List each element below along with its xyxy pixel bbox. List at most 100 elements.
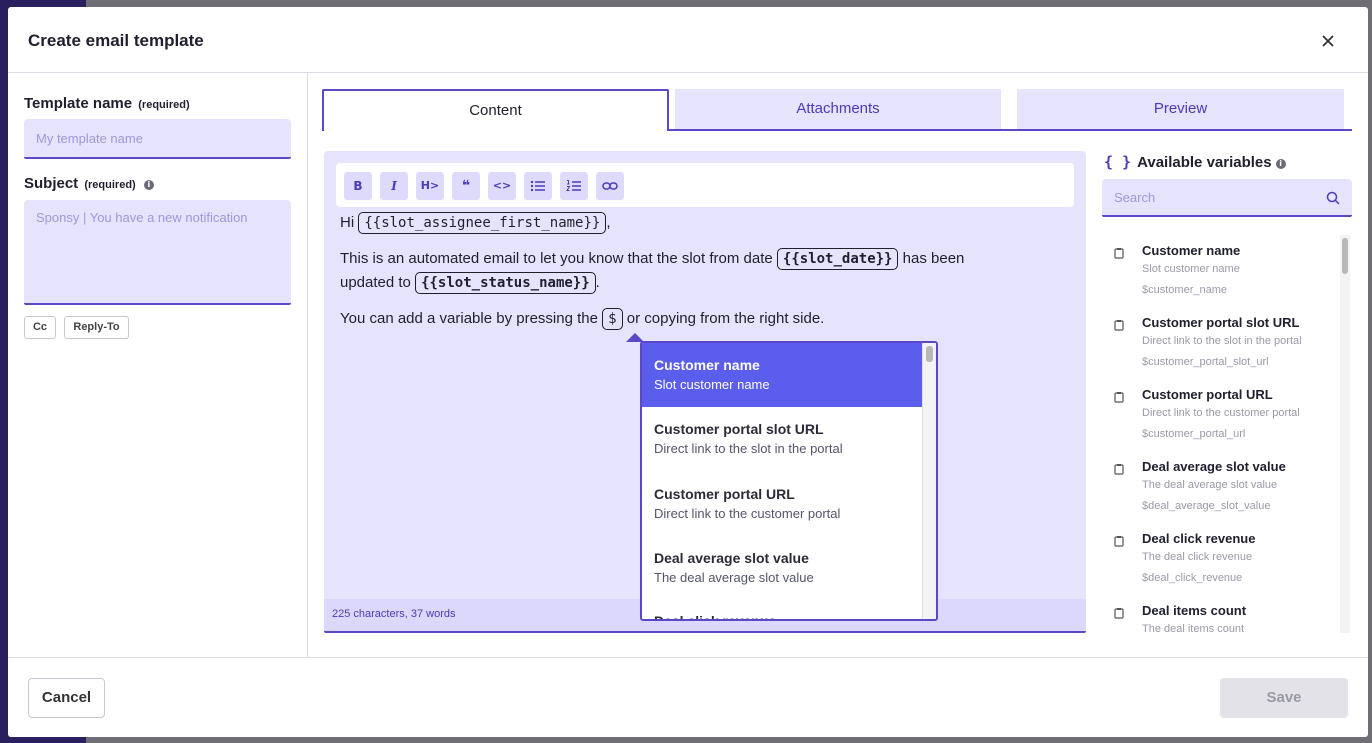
save-button[interactable]: Save: [1220, 678, 1348, 718]
content-panel: Content Attachments Preview B I H> ❝ <>: [308, 73, 1368, 657]
word-counter: 225 characters, 37 words: [332, 608, 456, 620]
variable-key: $deal_average_slot_value: [1142, 500, 1271, 512]
info-icon[interactable]: i: [1275, 159, 1286, 169]
required-marker: (required): [138, 99, 190, 111]
clipboard-icon[interactable]: [1114, 391, 1124, 403]
variable-chip[interactable]: {{slot_date}}: [776, 248, 899, 270]
variable-desc: The deal average slot value: [1142, 479, 1278, 491]
suggestion-item[interactable]: Customer portal slot URL Direct link to …: [642, 407, 922, 471]
suggestion-title: Customer name: [654, 357, 760, 373]
template-name-input[interactable]: My template name: [24, 119, 291, 159]
tab-preview[interactable]: Preview: [1017, 89, 1344, 129]
link-button[interactable]: [596, 172, 624, 200]
text-fragment: has been: [902, 250, 965, 267]
clipboard-icon[interactable]: [1114, 247, 1124, 259]
dropdown-scrollbar[interactable]: [922, 343, 936, 619]
scrollbar-thumb[interactable]: [1342, 238, 1348, 274]
variable-name: Customer portal slot URL: [1142, 315, 1300, 330]
tab-bar: Content Attachments Preview: [322, 89, 1352, 131]
variables-title-text: Available variables: [1137, 154, 1272, 171]
template-name-placeholder: My template name: [36, 131, 143, 146]
variable-desc: The deal click revenue: [1142, 551, 1253, 563]
variable-item[interactable]: Customer portal slot URL Direct link to …: [1102, 307, 1338, 379]
text-fragment: updated to: [340, 274, 411, 291]
quote-button[interactable]: ❝: [452, 172, 480, 200]
suggestion-item[interactable]: Customer portal URL Direct link to the c…: [642, 472, 922, 536]
text-fragment: or copying from the right side.: [626, 310, 825, 327]
variable-item[interactable]: Deal average slot value The deal average…: [1102, 451, 1338, 523]
suggestion-title: Deal click revenue: [654, 613, 777, 621]
info-icon[interactable]: i: [143, 180, 154, 190]
text-fragment: This is an automated email to let you kn…: [340, 250, 773, 267]
clipboard-icon[interactable]: [1114, 463, 1124, 475]
body-line-3: updated to {{slot_status_name}}.: [340, 271, 600, 295]
text-fragment: You can add a variable by pressing the: [340, 310, 598, 327]
variable-key: $customer_portal_url: [1142, 428, 1246, 440]
braces-icon: { }: [1104, 153, 1132, 171]
bold-button[interactable]: B: [344, 172, 372, 200]
tab-content[interactable]: Content: [322, 89, 669, 131]
variable-key: $customer_portal_slot_url: [1142, 356, 1269, 368]
tab-attachments[interactable]: Attachments: [675, 89, 1001, 129]
variable-name: Deal items count: [1142, 603, 1247, 618]
modal-footer: Cancel Save: [8, 657, 1368, 737]
suggestion-item[interactable]: Deal average slot value The deal average…: [642, 536, 922, 600]
scrollbar-thumb[interactable]: [926, 346, 933, 362]
subject-label-text: Subject: [24, 175, 79, 192]
suggestion-item[interactable]: Customer name Slot customer name: [642, 343, 922, 407]
search-placeholder: Search: [1114, 190, 1156, 205]
available-variables-panel: { } Available variables i Search Customer …: [1102, 151, 1352, 657]
heading-icon: H>: [420, 179, 440, 192]
close-button[interactable]: [1318, 31, 1338, 51]
variable-item[interactable]: Deal click revenue The deal click revenu…: [1102, 523, 1338, 595]
italic-button[interactable]: I: [380, 172, 408, 200]
cancel-button[interactable]: Cancel: [28, 678, 105, 718]
settings-panel: Template name (required) My template nam…: [8, 73, 308, 657]
variables-title: { } Available variables i: [1104, 153, 1286, 171]
variable-item[interactable]: Customer portal URL Direct link to the c…: [1102, 379, 1338, 451]
link-icon: [602, 182, 618, 190]
email-body-editor[interactable]: B I H> ❝ <> Hi {{slot_assignee_first_nam…: [324, 151, 1086, 633]
body-line-1: Hi {{slot_assignee_first_name}},: [340, 211, 611, 235]
clipboard-icon[interactable]: [1114, 319, 1124, 331]
clipboard-icon[interactable]: [1114, 607, 1124, 619]
clipboard-icon[interactable]: [1114, 535, 1124, 547]
body-line-4: You can add a variable by pressing the $…: [340, 307, 824, 331]
subject-input[interactable]: Sponsy | You have a new notification: [24, 200, 291, 305]
heading-button[interactable]: H>: [416, 172, 444, 200]
numbered-list-icon: [566, 180, 581, 191]
variable-name: Deal average slot value: [1142, 459, 1286, 474]
bullet-list-button[interactable]: [524, 172, 552, 200]
italic-icon: I: [391, 179, 397, 193]
numbered-list-button[interactable]: [560, 172, 588, 200]
variable-suggestion-dropdown: Customer name Slot customer name Custome…: [640, 341, 938, 621]
variable-desc: Direct link to the slot in the portal: [1142, 335, 1302, 347]
suggestion-item[interactable]: Deal click revenue: [642, 599, 922, 621]
subject-label: Subject (required) i: [24, 175, 154, 192]
reply-to-button[interactable]: Reply-To: [64, 316, 129, 339]
variable-item[interactable]: Deal items count The deal items count: [1102, 595, 1338, 633]
variable-chip[interactable]: {{slot_assignee_first_name}}: [358, 212, 607, 234]
required-marker: (required): [84, 179, 136, 191]
search-icon: [1326, 191, 1340, 205]
variable-desc: Direct link to the customer portal: [1142, 407, 1300, 419]
suggestion-desc: Direct link to the customer portal: [654, 506, 841, 521]
variable-trigger-chip[interactable]: $: [602, 308, 623, 330]
bullet-list-icon: [530, 180, 545, 192]
template-name-label: Template name (required): [24, 95, 190, 112]
suggestion-desc: Slot customer name: [654, 377, 770, 392]
suggestion-desc: Direct link to the slot in the portal: [654, 441, 843, 456]
code-button[interactable]: <>: [488, 172, 516, 200]
suggestion-desc: The deal average slot value: [654, 570, 814, 585]
suggestion-title: Deal average slot value: [654, 550, 809, 566]
variables-scrollbar[interactable]: [1340, 235, 1350, 633]
variable-item[interactable]: Customer name Slot customer name $custom…: [1102, 235, 1338, 307]
create-template-modal: Create email template Template name (req…: [8, 7, 1368, 737]
variable-desc: Slot customer name: [1142, 263, 1240, 275]
variable-chip[interactable]: {{slot_status_name}}: [415, 272, 596, 294]
variables-search-input[interactable]: Search: [1102, 179, 1352, 217]
modal-title: Create email template: [28, 31, 204, 50]
template-name-label-text: Template name: [24, 95, 133, 112]
cc-button[interactable]: Cc: [24, 316, 56, 339]
text-fragment: Hi: [340, 214, 355, 231]
